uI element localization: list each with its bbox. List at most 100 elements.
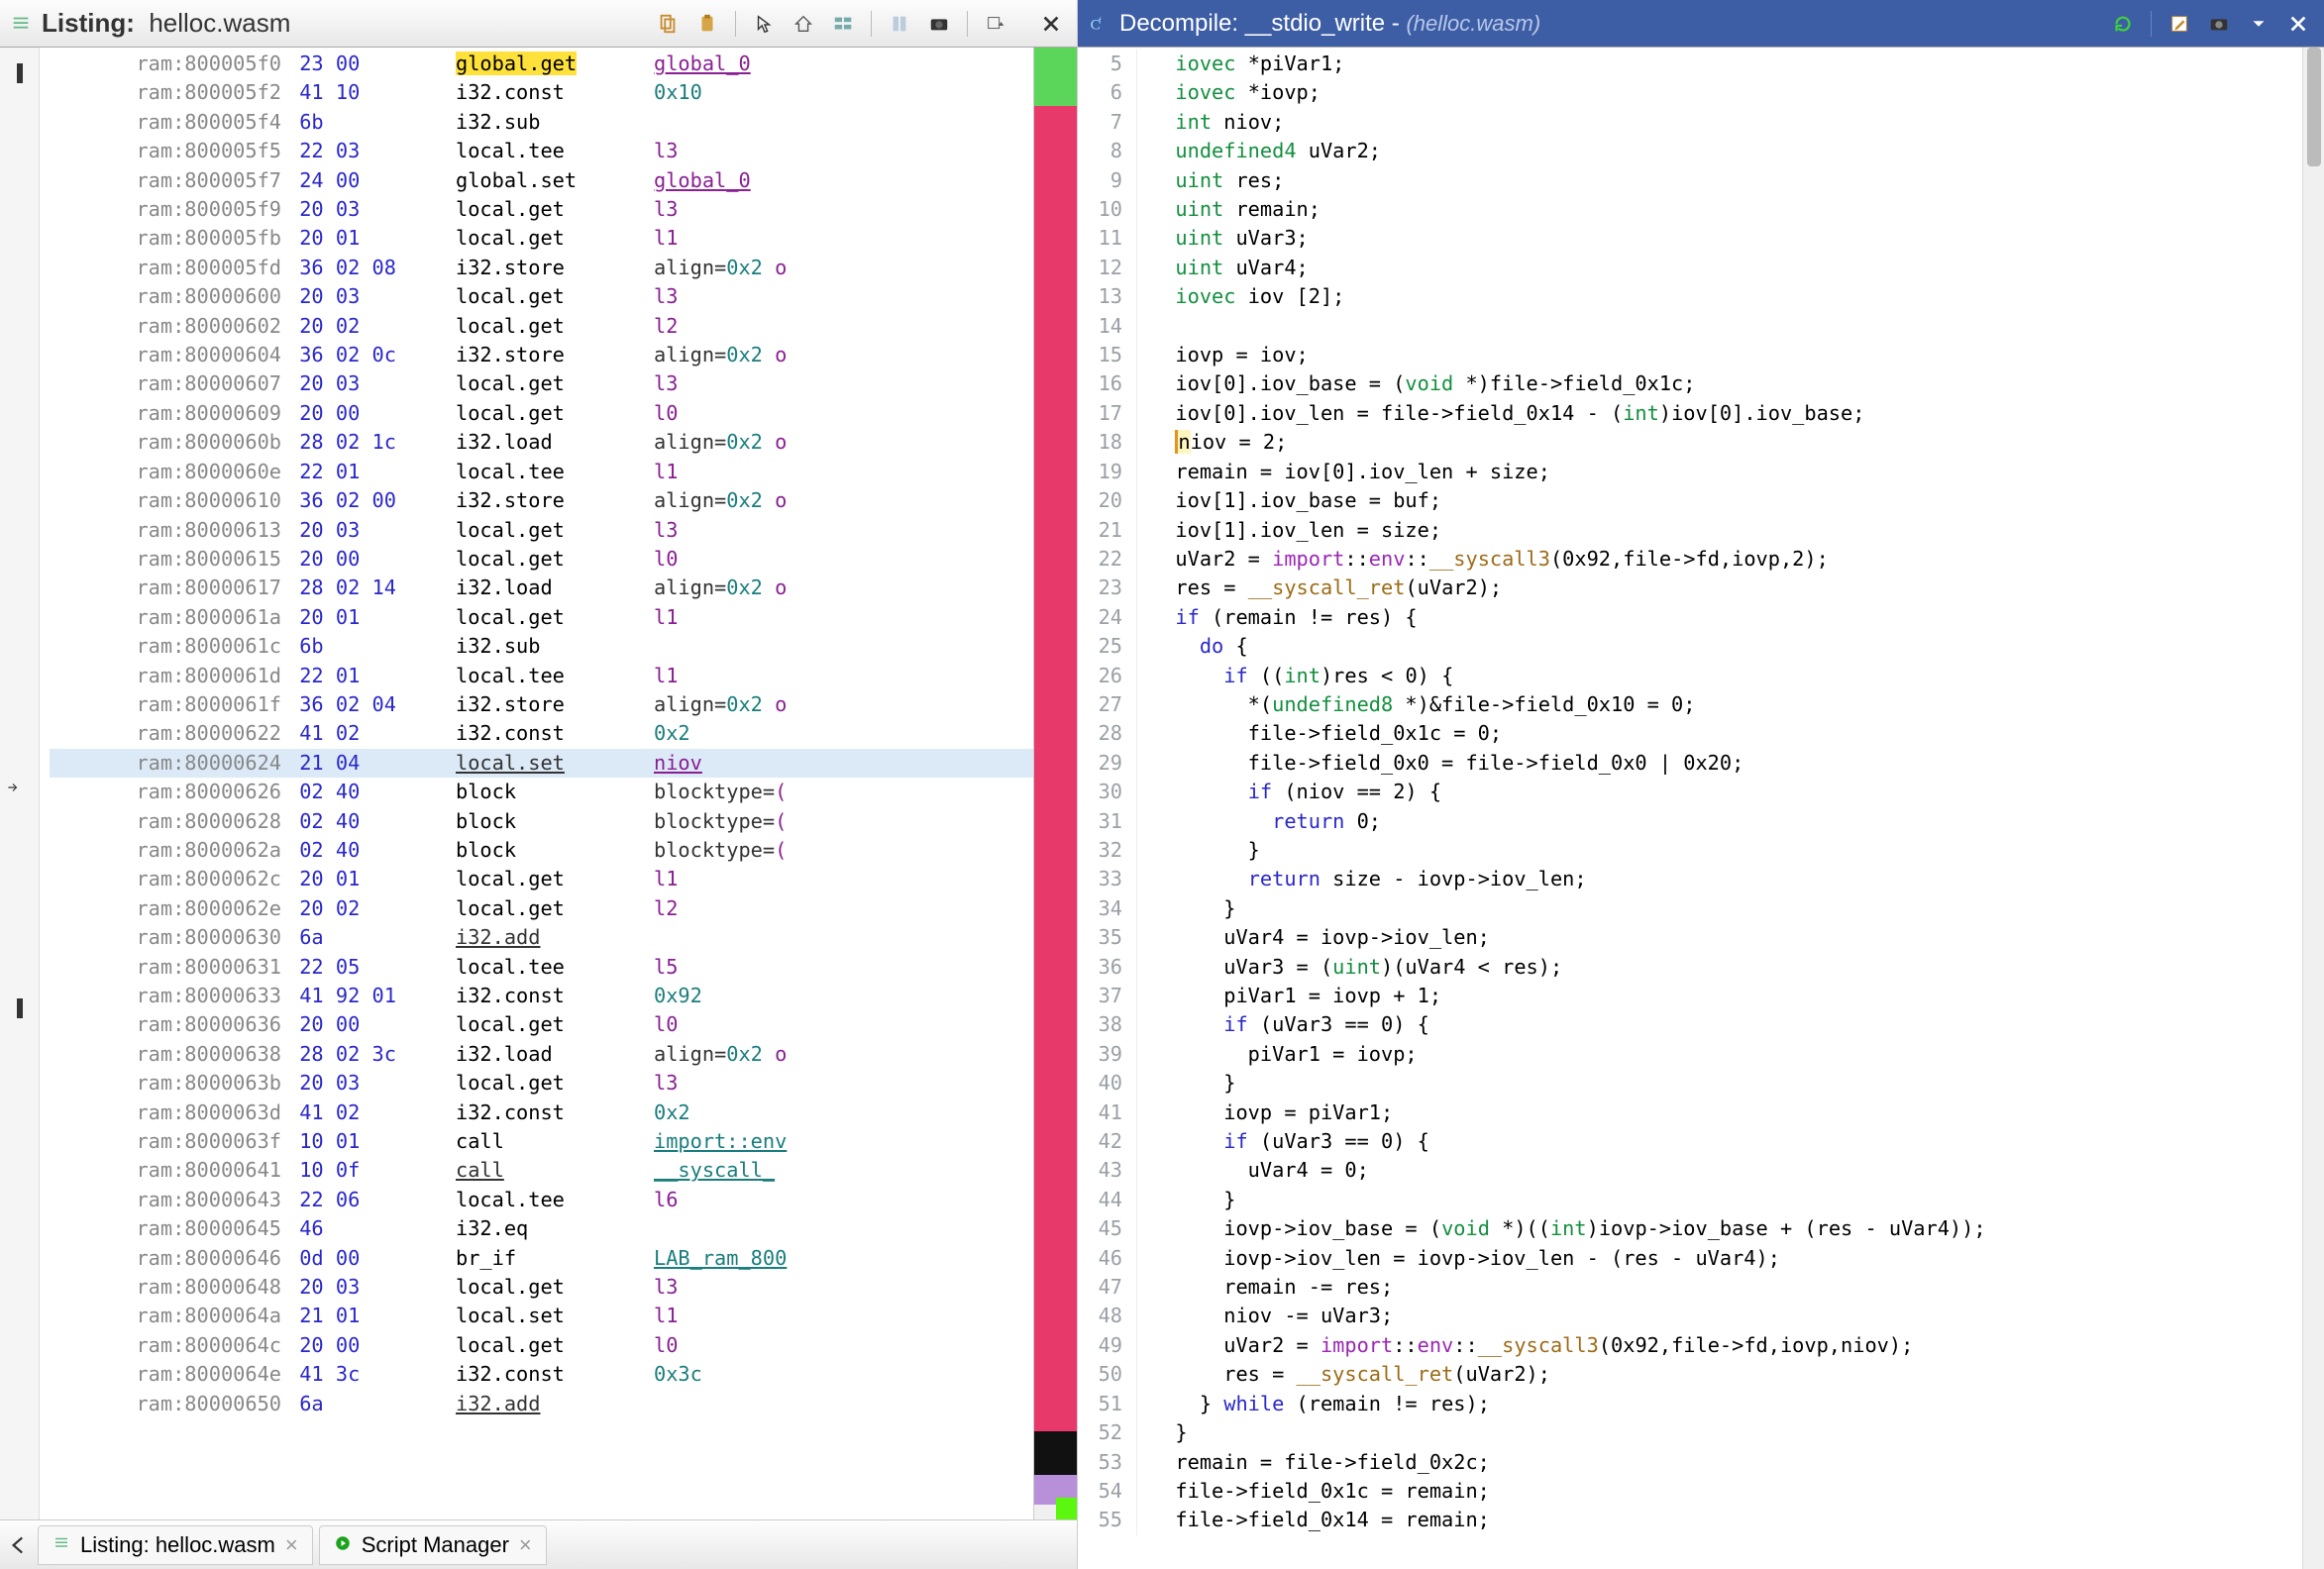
disasm-row[interactable]: ram:8000062c 20 01local.getl1 [50,865,1033,893]
tab-script-manager[interactable]: Script Manager × [319,1525,547,1565]
overview-strip[interactable] [1033,48,1077,1519]
copy-icon[interactable] [652,8,684,40]
code-row[interactable]: 7 int niov; [1078,108,2302,137]
code-row[interactable]: 30 if (niov == 2) { [1078,778,2302,806]
disasm-row[interactable]: ram:8000063f 10 01callimport::env [50,1127,1033,1156]
disasm-row[interactable]: ram:800005f2 41 10i32.const0x10 [50,78,1033,107]
code-row[interactable]: 5 iovec *piVar1; [1078,50,2302,78]
code-row[interactable]: 23 res = __syscall_ret(uVar2); [1078,574,2302,602]
disasm-row[interactable]: ram:80000631 22 05local.teel5 [50,953,1033,982]
snapshot-icon[interactable] [2203,8,2235,40]
disasm-row[interactable]: ram:8000060b 28 02 1ci32.loadalign=0x2 o [50,428,1033,457]
code-row[interactable]: 21 iov[1].iov_len = size; [1078,516,2302,545]
disasm-row[interactable]: ram:80000617 28 02 14i32.loadalign=0x2 o [50,574,1033,602]
code-row[interactable]: 41 iovp = piVar1; [1078,1098,2302,1127]
code-row[interactable]: 40 } [1078,1069,2302,1098]
code-row[interactable]: 13 iovec iov [2]; [1078,282,2302,311]
code-row[interactable]: 38 if (uVar3 == 0) { [1078,1010,2302,1039]
vertical-scrollbar[interactable] [2302,48,2324,1569]
code-row[interactable]: 15 iovp = iov; [1078,341,2302,369]
code-row[interactable]: 24 if (remain != res) { [1078,603,2302,632]
close-icon[interactable] [2282,8,2314,40]
disasm-row[interactable]: ram:80000628 02 40blockblocktype=( [50,807,1033,836]
disasm-row[interactable]: ram:80000609 20 00local.getl0 [50,399,1033,428]
code-row[interactable]: 48 niov -= uVar3; [1078,1302,2302,1330]
disasm-row[interactable]: ram:80000600 20 03local.getl3 [50,282,1033,311]
paste-icon[interactable] [691,8,723,40]
code-row[interactable]: 8 undefined4 uVar2; [1078,137,2302,165]
disasm-row[interactable]: ram:800005f5 22 03local.teel3 [50,137,1033,165]
code-row[interactable]: 51 } while (remain != res); [1078,1390,2302,1418]
code-row[interactable]: 54 file->field_0x1c = remain; [1078,1477,2302,1506]
code-row[interactable]: 10 uint remain; [1078,195,2302,224]
diff-icon[interactable] [884,8,915,40]
code-row[interactable]: 17 iov[0].iov_len = file->field_0x14 - (… [1078,399,2302,428]
code-row[interactable]: 28 file->field_0x1c = 0; [1078,719,2302,748]
disasm-row[interactable]: ram:80000622 41 02i32.const0x2 [50,719,1033,748]
code-row[interactable]: 19 remain = iov[0].iov_len + size; [1078,458,2302,486]
code-row[interactable]: 33 return size - iovp->iov_len; [1078,865,2302,893]
code-row[interactable]: 36 uVar3 = (uint)(uVar4 < res); [1078,953,2302,982]
cursor-icon[interactable] [748,8,780,40]
close-icon[interactable] [1035,8,1067,40]
disasm-row[interactable]: ram:80000650 6ai32.add [50,1390,1033,1418]
code-row[interactable]: 43 uVar4 = 0; [1078,1156,2302,1185]
disasm-row[interactable]: ram:80000646 0d 00br_ifLAB_ram_800 [50,1244,1033,1273]
code-row[interactable]: 29 file->field_0x0 = file->field_0x0 | 0… [1078,749,2302,778]
disasm-row[interactable]: ram:800005fd 36 02 08i32.storealign=0x2 … [50,254,1033,282]
home-icon[interactable] [788,8,819,40]
disasm-row[interactable]: ram:80000624 21 04local.setniov [50,749,1033,778]
disasm-row[interactable]: ram:80000636 20 00local.getl0 [50,1010,1033,1039]
disasm-row[interactable]: ram:8000064c 20 00local.getl0 [50,1331,1033,1360]
disasm-row[interactable]: ram:80000645 46i32.eq [50,1214,1033,1243]
code-row[interactable]: 34 } [1078,894,2302,923]
disasm-row[interactable]: ram:80000641 10 0fcall__syscall_ [50,1156,1033,1185]
code-row[interactable]: 31 return 0; [1078,807,2302,836]
code-row[interactable]: 11 uint uVar3; [1078,224,2302,253]
disasm-row[interactable]: ram:80000602 20 02local.getl2 [50,312,1033,341]
code-row[interactable]: 52 } [1078,1418,2302,1447]
code-row[interactable]: 22 uVar2 = import::env::__syscall3(0x92,… [1078,545,2302,574]
disasm-row[interactable]: ram:80000638 28 02 3ci32.loadalign=0x2 o [50,1040,1033,1069]
disasm-row[interactable]: ram:8000061f 36 02 04i32.storealign=0x2 … [50,690,1033,719]
disasm-row[interactable]: ram:8000063d 41 02i32.const0x2 [50,1098,1033,1127]
disasm-row[interactable]: ram:800005f9 20 03local.getl3 [50,195,1033,224]
code-row[interactable]: 50 res = __syscall_ret(uVar2); [1078,1360,2302,1389]
code-row[interactable]: 47 remain -= res; [1078,1273,2302,1302]
code-row[interactable]: 44 } [1078,1186,2302,1214]
code-row[interactable]: 9 uint res; [1078,166,2302,195]
disasm-row[interactable]: ram:800005f0 23 00global.getglobal_0 [50,50,1033,78]
tab-nav-left-icon[interactable] [6,1532,32,1558]
disasm-row[interactable]: ram:8000062e 20 02local.getl2 [50,894,1033,923]
snapshot-icon[interactable] [923,8,955,40]
disasm-row[interactable]: ram:8000061c 6bi32.sub [50,632,1033,661]
fields-icon[interactable] [827,8,859,40]
dropdown-icon[interactable] [980,8,1011,40]
disasm-row[interactable]: ram:80000607 20 03local.getl3 [50,369,1033,398]
code-row[interactable]: 26 if ((int)res < 0) { [1078,662,2302,690]
disasm-row[interactable]: ram:80000610 36 02 00i32.storealign=0x2 … [50,486,1033,515]
code-row[interactable]: 55 file->field_0x14 = remain; [1078,1506,2302,1534]
disasm-row[interactable]: ram:8000061d 22 01local.teel1 [50,662,1033,690]
disasm-row[interactable]: ram:80000643 22 06local.teel6 [50,1186,1033,1214]
tab-listing[interactable]: Listing: helloc.wasm × [38,1525,313,1565]
code-row[interactable]: 35 uVar4 = iovp->iov_len; [1078,923,2302,952]
disasm-row[interactable]: ram:800005fb 20 01local.getl1 [50,224,1033,253]
code-row[interactable]: 12 uint uVar4; [1078,254,2302,282]
code-row[interactable]: 32 } [1078,836,2302,865]
disasm-row[interactable]: ram:800005f4 6bi32.sub [50,108,1033,137]
code-row[interactable]: 6 iovec *iovp; [1078,78,2302,107]
scrollbar-thumb[interactable] [2307,48,2321,166]
code-row[interactable]: 45 iovp->iov_base = (void *)((int)iovp->… [1078,1214,2302,1243]
disasm-row[interactable]: ram:800005f7 24 00global.setglobal_0 [50,166,1033,195]
code-row[interactable]: 46 iovp->iov_len = iovp->iov_len - (res … [1078,1244,2302,1273]
code-row[interactable]: 37 piVar1 = iovp + 1; [1078,982,2302,1010]
disasm-row[interactable]: ram:8000061a 20 01local.getl1 [50,603,1033,632]
code-row[interactable]: 14 [1078,312,2302,341]
tab-close-icon[interactable]: × [285,1532,298,1558]
disasm-row[interactable]: ram:80000615 20 00local.getl0 [50,545,1033,574]
code-row[interactable]: 18 niov = 2; [1078,428,2302,457]
disasm-row[interactable]: ram:8000064a 21 01local.setl1 [50,1302,1033,1330]
code-row[interactable]: 16 iov[0].iov_base = (void *)file->field… [1078,369,2302,398]
disasm-row[interactable]: ram:80000630 6ai32.add [50,923,1033,952]
